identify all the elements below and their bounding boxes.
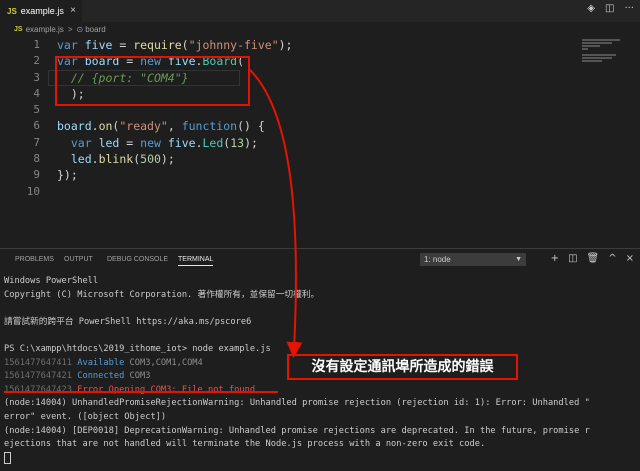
annotation-arrow	[249, 69, 303, 358]
